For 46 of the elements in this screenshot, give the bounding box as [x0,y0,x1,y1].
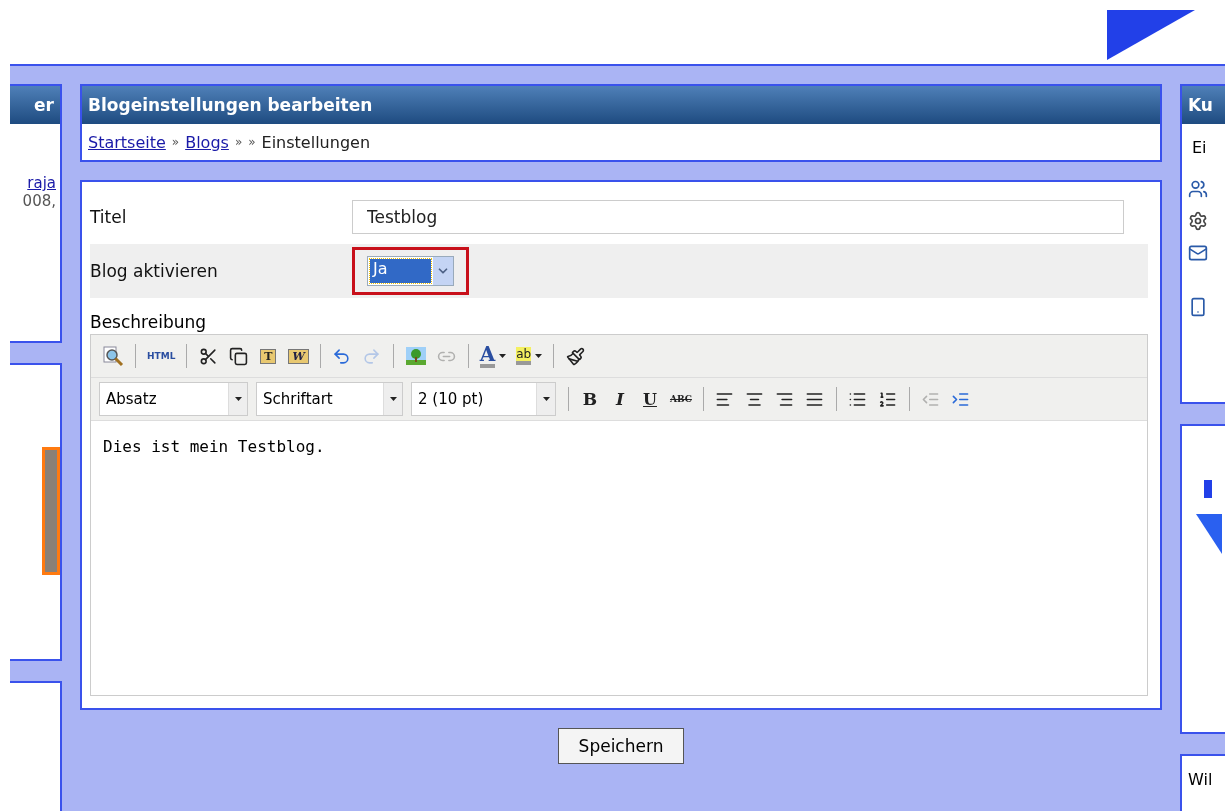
caret-icon [535,354,543,358]
format-dropdown[interactable]: Absatz [99,382,248,416]
field-label: Blog aktivieren [90,261,219,281]
breadcrumb-link[interactable]: Blogs [185,132,229,152]
breadcrumb-separator: » [171,135,180,149]
phone-icon[interactable] [1188,297,1208,317]
mail-icon[interactable] [1188,243,1208,263]
italic-button[interactable]: I [607,385,633,413]
date-text: 008, [22,192,57,210]
field-label: Beschreibung [90,312,208,332]
numbered-list-icon [878,389,898,409]
save-button[interactable]: Speichern [557,728,685,764]
breadcrumb-separator: » [234,135,243,149]
title-input[interactable]: Testblog [352,200,1124,234]
breadcrumb-separator: » [248,135,256,149]
paste-text-button[interactable]: T [255,342,282,370]
caret-icon [389,397,397,401]
users-icon[interactable] [1188,179,1208,199]
brush-icon [565,346,585,366]
highlight-color-button[interactable]: ab [513,342,546,370]
underline-button[interactable]: U [637,385,663,413]
format-dropdown[interactable]: Schriftart [256,382,403,416]
editor-content[interactable]: Dies ist mein Testblog. [91,421,1147,695]
caret-icon [542,397,550,401]
panel-header: Ku [1182,86,1225,124]
format-dropdown[interactable]: 2 (10 pt) [411,382,556,416]
font-color-button[interactable]: A [476,342,510,370]
caret-icon [234,397,242,401]
panel-text: Ei [1191,137,1208,157]
author-link[interactable]: raja [27,174,60,192]
breadcrumb-current: Einstellungen [261,132,371,152]
settings-icon[interactable] [1188,211,1208,231]
undo-icon [332,346,352,366]
field-label: Titel [90,207,128,227]
panel-header: er [10,86,60,124]
paste-word-button[interactable]: W [285,342,312,370]
html-button[interactable]: HTML [144,342,179,370]
panel-text: Wil [1187,769,1214,789]
page-title: Blogeinstellungen bearbeiten [82,86,1160,124]
breadcrumb-link[interactable]: Startseite [88,132,166,152]
copy-icon [228,346,248,366]
caret-icon [499,354,507,358]
bold-button[interactable]: B [577,385,603,413]
activate-select[interactable]: Ja [367,256,454,286]
cut-icon [198,346,218,366]
strikethrough-button[interactable]: ABC [667,385,695,413]
